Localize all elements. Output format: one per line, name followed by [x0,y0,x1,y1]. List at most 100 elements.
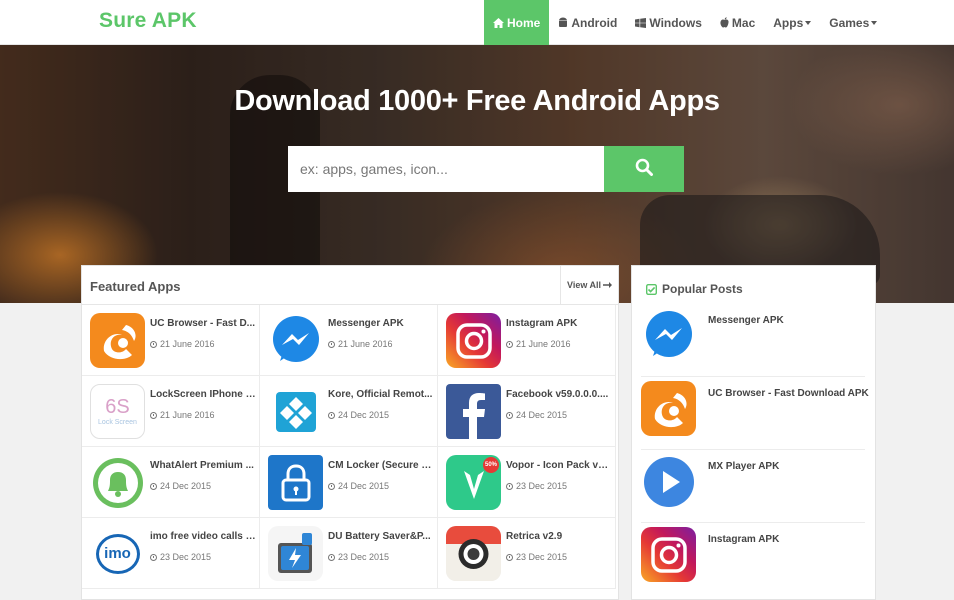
check-square-icon [646,283,657,295]
app-date: 24 Dec 2015 [150,481,211,491]
featured-app-card[interactable]: imo imo free video calls a... 23 Dec 201… [82,518,260,589]
popular-post-item[interactable]: MX Player APK [641,450,865,523]
clock-icon [150,340,157,348]
popular-post-item[interactable]: Instagram APK [641,523,865,596]
clock-icon [506,482,513,490]
app-name: UC Browser - Fast D... [150,318,256,329]
arrow-right-icon [603,280,612,290]
app-name: Kore, Official Remot... [328,389,433,400]
app-date-text: 23 Dec 2015 [160,552,212,562]
nav-android-label: Android [571,15,618,30]
clock-icon [506,340,513,348]
nav-mac-label: Mac [731,15,756,30]
search-button[interactable] [604,146,684,192]
app-name: Retrica v2.9 [506,531,563,542]
main-nav: Home Android Windows Mac Apps Games [484,0,886,45]
app-date-text: 21 June 2016 [338,339,393,349]
site-logo[interactable]: Sure APK [99,9,197,33]
featured-app-card[interactable]: Instagram APK 21 June 2016 [438,305,616,376]
icon-text: imo [104,545,131,562]
app-date: 21 June 2016 [150,410,215,420]
clock-icon [150,411,157,419]
nav-home[interactable]: Home [484,0,550,45]
app-name: imo free video calls a... [150,531,256,542]
featured-header: Featured Apps View All [82,266,618,305]
featured-app-card[interactable]: 6S Lock Screen LockScreen IPhone 6... 21… [82,376,260,447]
clock-icon [506,553,513,561]
featured-apps-panel: Featured Apps View All UC Browser - Fast… [81,265,619,600]
discount-badge: 50% [483,457,499,473]
nav-games-dropdown[interactable]: Games [820,0,886,45]
search-input[interactable] [288,146,604,192]
app-date-text: 24 Dec 2015 [338,481,390,491]
nav-home-label: Home [507,15,541,30]
popular-title: Popular Posts [646,282,743,296]
view-all-label: View All [566,280,601,290]
app-name: CM Locker (Secure &... [328,460,434,471]
featured-app-card[interactable]: Retrica v2.9 23 Dec 2015 [438,518,616,589]
app-date: 23 Dec 2015 [506,552,567,562]
nav-apps-label: Apps [773,15,804,30]
instagram-icon [446,313,501,368]
nav-mac[interactable]: Mac [711,0,764,45]
featured-app-card[interactable]: 50% Vopor - Icon Pack v5.... 23 Dec 2015 [438,447,616,518]
chevron-down-icon [871,21,878,25]
facebook-icon [446,384,501,439]
popular-post-title: UC Browser - Fast Download APK [708,388,869,399]
featured-app-card[interactable]: Facebook v59.0.0.0.... 24 Dec 2015 [438,376,616,447]
app-name: WhatAlert Premium ... [150,460,254,471]
hero-title: Download 1000+ Free Android Apps [234,85,720,117]
app-date: 23 Dec 2015 [506,481,567,491]
app-date-text: 24 Dec 2015 [338,410,390,420]
uc-browser-icon [90,313,145,368]
featured-app-card[interactable]: Kore, Official Remot... 24 Dec 2015 [260,376,438,447]
icon-text: 6S [105,396,130,418]
imo-bubble: imo [95,533,140,574]
app-date-text: 21 June 2016 [160,410,215,420]
popular-post-title: MX Player APK [708,461,780,472]
clock-icon [328,340,335,348]
popular-post-item[interactable]: UC Browser - Fast Download APK [641,377,869,450]
featured-app-card[interactable]: CM Locker (Secure &... 24 Dec 2015 [260,447,438,518]
app-date-text: 21 June 2016 [516,339,571,349]
app-date: 24 Dec 2015 [506,410,567,420]
app-name: DU Battery Saver&P... [328,531,431,542]
featured-app-card[interactable]: Messenger APK 21 June 2016 [260,305,438,376]
app-date-text: 24 Dec 2015 [160,481,212,491]
app-date-text: 21 June 2016 [160,339,215,349]
featured-app-card[interactable]: DU Battery Saver&P... 23 Dec 2015 [260,518,438,589]
clock-icon [506,411,513,419]
app-name: Messenger APK [328,318,404,329]
featured-app-card[interactable]: WhatAlert Premium ... 24 Dec 2015 [82,447,260,518]
popular-post-item[interactable]: Messenger APK [641,304,865,377]
featured-app-card[interactable]: UC Browser - Fast D... 21 June 2016 [82,305,260,376]
nav-apps-dropdown[interactable]: Apps [764,0,820,45]
app-date: 23 Dec 2015 [150,552,211,562]
messenger-icon [268,313,323,368]
app-date: 21 June 2016 [328,339,393,349]
app-date: 21 June 2016 [150,339,215,349]
nav-android[interactable]: Android [549,0,626,45]
app-date-text: 23 Dec 2015 [516,481,568,491]
nav-games-label: Games [829,15,870,30]
nav-windows[interactable]: Windows [626,0,711,45]
app-date: 23 Dec 2015 [328,552,389,562]
nav-windows-label: Windows [649,15,702,30]
clock-icon [328,553,335,561]
apple-icon [720,17,729,28]
clock-icon [150,482,157,490]
app-name: LockScreen IPhone 6... [150,389,256,400]
popular-post-title: Instagram APK [708,534,780,545]
padlock-icon [268,455,323,510]
lockscreen-6s-icon: 6S Lock Screen [90,384,145,439]
app-date: 21 June 2016 [506,339,571,349]
view-all-button[interactable]: View All [560,266,618,304]
popular-posts-panel: Popular Posts Messenger APK UC Browser -… [631,265,876,600]
retrica-icon [446,526,501,581]
popular-post-title: Messenger APK [708,315,784,326]
chevron-down-icon [805,21,812,25]
app-name: Facebook v59.0.0.0.... [506,389,609,400]
search-icon [635,158,653,181]
featured-title: Featured Apps [90,279,181,294]
uc-browser-icon [641,381,696,436]
